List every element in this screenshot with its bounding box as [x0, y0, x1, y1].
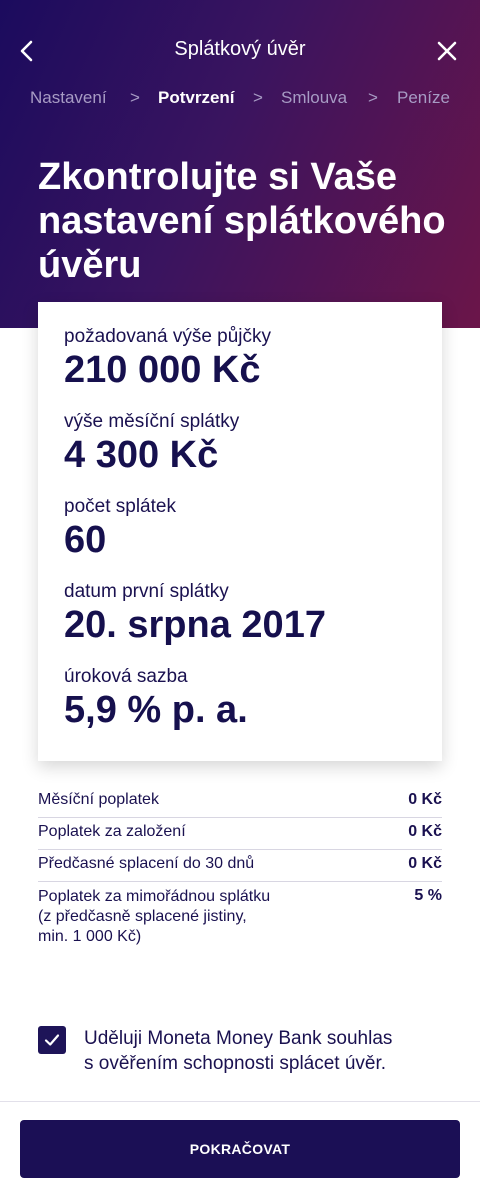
loan-amount-value: 210 000 Kč: [64, 349, 261, 391]
fee-row: Měsíční poplatek 0 Kč: [38, 786, 442, 818]
fees-list: Měsíční poplatek 0 Kč Poplatek za založe…: [38, 786, 442, 955]
installments-label: počet splátek: [64, 496, 176, 517]
fee-row: Poplatek za založení 0 Kč: [38, 818, 442, 850]
interest-rate-value: 5,9 % p. a.: [64, 689, 248, 731]
fee-label: Předčasné splacení do 30 dnů: [38, 855, 255, 872]
step-separator: >: [130, 88, 140, 107]
fee-label: Poplatek za založení: [38, 823, 186, 840]
page-title: Splátkový úvěr: [174, 38, 306, 60]
step-separator: >: [368, 88, 378, 107]
step-separator: >: [253, 88, 263, 107]
loan-amount-label: požadovaná výše půjčky: [64, 326, 272, 347]
monthly-payment-label: výše měsíční splátky: [64, 411, 240, 432]
fee-value: 5 %: [414, 887, 442, 904]
installments-value: 60: [64, 519, 107, 561]
close-button[interactable]: [422, 26, 472, 76]
continue-button[interactable]: POKRAČOVAT: [20, 1120, 460, 1178]
step-potvrzeni: Potvrzení: [158, 88, 235, 107]
monthly-payment-value: 4 300 Kč: [64, 434, 219, 476]
consent-row: Uděluji Moneta Money Bank souhlas s ověř…: [38, 1026, 448, 1076]
checkmark-icon: [44, 1034, 60, 1046]
consent-text: Uděluji Moneta Money Bank souhlas s ověř…: [84, 1028, 393, 1074]
close-icon: [437, 41, 457, 61]
top-bar: Splátkový úvěr: [0, 26, 480, 76]
fee-label: Poplatek za mimořádnou splátku (z předča…: [38, 888, 271, 945]
fee-value: 0 Kč: [408, 823, 442, 840]
fee-row: Předčasné splacení do 30 dnů 0 Kč: [38, 850, 442, 882]
progress-steps: Nastavení > Potvrzení > Smlouva > Peníze: [0, 88, 480, 112]
fee-row: Poplatek za mimořádnou splátku (z předča…: [38, 882, 442, 955]
summary-card: požadovaná výše půjčky 210 000 Kč výše m…: [38, 302, 442, 761]
divider: [0, 1101, 480, 1102]
fee-value: 0 Kč: [408, 855, 442, 872]
first-payment-date-label: datum první splátky: [64, 581, 229, 602]
consent-checkbox[interactable]: [38, 1026, 66, 1054]
step-smlouva: Smlouva: [281, 88, 348, 107]
step-nastaveni[interactable]: Nastavení: [30, 88, 107, 108]
fee-label: Měsíční poplatek: [38, 791, 159, 808]
first-payment-date-value: 20. srpna 2017: [64, 604, 326, 646]
interest-rate-label: úroková sazba: [64, 666, 188, 687]
fee-value: 0 Kč: [408, 791, 442, 808]
step-penize: Peníze: [397, 88, 450, 107]
headline: Zkontrolujte si Vaše nastavení splátkové…: [38, 156, 446, 286]
